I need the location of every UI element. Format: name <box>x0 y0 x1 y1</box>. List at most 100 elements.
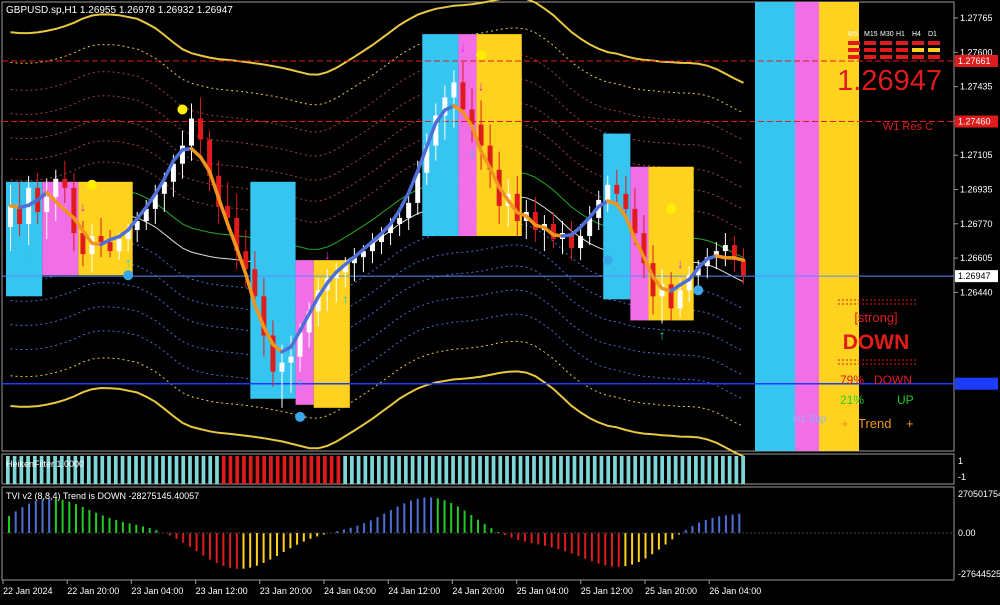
candle-body <box>44 197 49 212</box>
up-arrow-icon: ↑ <box>469 147 476 162</box>
down-percent: 79% <box>840 373 864 387</box>
yellow-dot-icon <box>177 104 187 114</box>
heiken-scale-top: 1 <box>958 456 963 466</box>
heiken-bar <box>546 456 550 484</box>
heiken-bar <box>714 456 718 484</box>
time-tick-label: 25 Jan 12:00 <box>581 586 633 596</box>
up-arrow-icon: ↑ <box>623 222 630 237</box>
tvi-bar <box>490 528 492 533</box>
res-level-tag-text: 1.27661 <box>958 56 991 66</box>
time-tick-label: 24 Jan 20:00 <box>452 586 504 596</box>
tvi-bar <box>363 523 365 533</box>
heiken-bar <box>451 456 455 484</box>
tvi-bar <box>263 533 265 563</box>
heiken-bar <box>519 456 523 484</box>
heiken-bar <box>721 456 725 484</box>
heiken-bar <box>229 456 233 484</box>
tvi-bar <box>390 510 392 533</box>
tvi-bar <box>176 533 178 539</box>
tvi-scale-bottom: -276445251 <box>958 569 1000 579</box>
candle-body <box>406 203 411 218</box>
tvi-bar <box>243 533 245 569</box>
price-tick-label: 1.26605 <box>960 253 993 263</box>
price-tick-label: 1.27105 <box>960 150 993 160</box>
candle-body <box>741 260 746 275</box>
tvi-bar <box>310 533 312 539</box>
heiken-bar <box>660 456 664 484</box>
tvi-bar <box>571 533 573 554</box>
heiken-bar <box>337 456 341 484</box>
tvi-bar <box>537 533 539 545</box>
heiken-bar <box>154 456 158 484</box>
tvi-bar <box>249 533 251 568</box>
heiken-bar <box>708 456 712 484</box>
price-tick-label: 1.27765 <box>960 13 993 23</box>
up-arrow-icon: ↑ <box>342 291 349 306</box>
heiken-bar <box>316 456 320 484</box>
heiken-bar <box>458 456 462 484</box>
heiken-bar <box>370 456 374 484</box>
price-tick-label: 1.27435 <box>960 82 993 92</box>
heiken-scale-bottom: -1 <box>958 472 966 482</box>
tvi-bar <box>477 520 479 533</box>
signal-box <box>422 34 458 236</box>
heiken-bar <box>640 456 644 484</box>
tvi-bar <box>410 501 412 533</box>
heiken-bar <box>525 456 529 484</box>
tvi-bar <box>665 533 667 545</box>
blue-dot-icon <box>693 285 703 295</box>
tf-cell <box>912 55 924 59</box>
time-tick-label: 24 Jan 12:00 <box>388 586 440 596</box>
blue-dot-icon <box>295 412 305 422</box>
tf-cell <box>880 48 892 52</box>
heiken-bar <box>121 456 125 484</box>
tvi-bar <box>370 520 372 533</box>
tvi-bar <box>645 533 647 558</box>
tf-cell <box>864 55 876 59</box>
up-label: UP <box>897 393 914 407</box>
tvi-bar <box>229 533 231 568</box>
candle-body <box>80 233 85 254</box>
signal-box <box>314 260 350 408</box>
tvi-bar <box>189 533 191 547</box>
w1-res-label: W1 Res C <box>883 121 933 133</box>
tvi-title: TVI v2 (8,8,4) Trend is DOWN -28275145.4… <box>6 491 199 501</box>
candle-body <box>252 269 257 296</box>
heiken-bar <box>269 456 273 484</box>
tvi-bar <box>48 498 50 533</box>
chart-canvas[interactable]: ↓↓↓↓↓↑↑↑↑↑↑↑ 1.277651.276001.274351.2726… <box>0 0 1000 600</box>
price-tick-label: 1.26770 <box>960 219 993 229</box>
heiken-bar <box>600 456 604 484</box>
heiken-bar <box>620 456 624 484</box>
tvi-bar <box>269 533 271 560</box>
time-tick-label: 22 Jan 2024 <box>3 586 53 596</box>
candle-body <box>723 245 728 251</box>
heiken-bar <box>364 456 368 484</box>
heiken-bar <box>276 456 280 484</box>
tvi-bar <box>21 507 23 533</box>
time-tick-label: 24 Jan 04:00 <box>324 586 376 596</box>
tvi-bar <box>109 518 111 533</box>
candle-body <box>451 82 456 97</box>
tvi-bar <box>35 501 37 533</box>
heiken-bar <box>471 456 475 484</box>
tvi-bar <box>356 526 358 533</box>
tvi-bar <box>624 533 626 566</box>
heiken-bar <box>728 456 732 484</box>
candle-body <box>99 236 104 242</box>
chart-window[interactable]: ↓↓↓↓↓↑↑↑↑↑↑↑ 1.277651.276001.274351.2726… <box>0 0 1000 600</box>
tvi-bar <box>135 525 137 533</box>
w1-res-tag-text: 1.27460 <box>958 117 991 127</box>
candle-body <box>8 206 13 227</box>
heiken-bar <box>202 456 206 484</box>
heiken-bar <box>195 456 199 484</box>
signal-strength: [strong] <box>854 310 897 325</box>
heiken-bar <box>377 456 381 484</box>
tf-cell <box>912 41 924 45</box>
tf-cell <box>880 55 892 59</box>
tvi-bar <box>182 533 184 543</box>
heiken-bar <box>532 456 536 484</box>
heiken-bar <box>296 456 300 484</box>
heiken-bar <box>87 456 91 484</box>
heiken-bar <box>694 456 698 484</box>
